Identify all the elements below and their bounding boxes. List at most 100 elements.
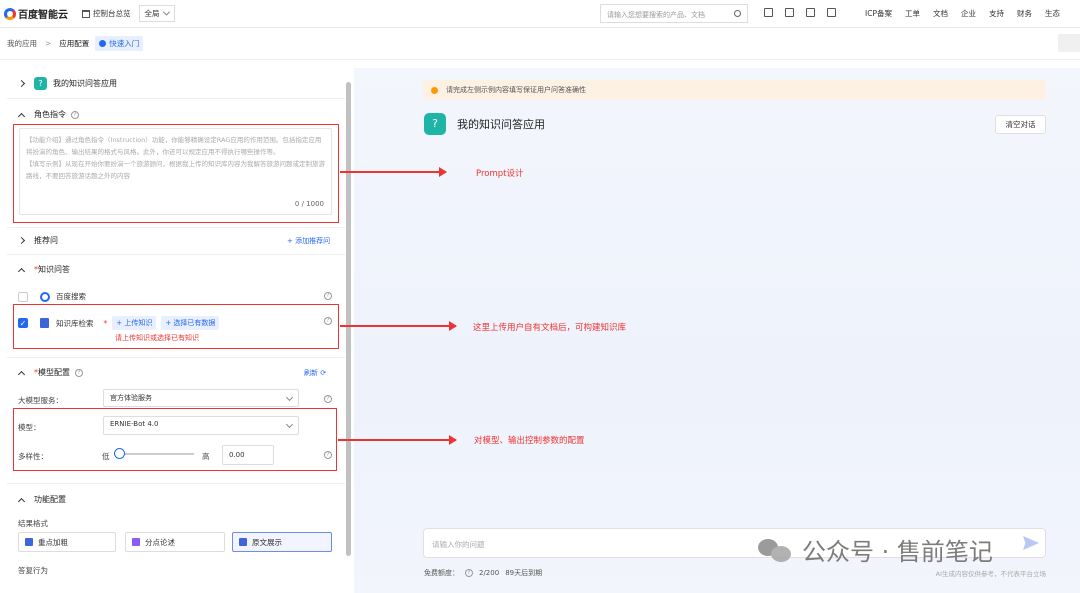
- arrow-head-icon: [449, 435, 457, 445]
- chevron-up-icon: [17, 267, 26, 275]
- app-icon: ?: [424, 113, 446, 135]
- top-link-icp[interactable]: ICP备案: [865, 8, 892, 19]
- annotation-arrow: [340, 321, 457, 331]
- role-section-title: 角色指令: [34, 110, 66, 119]
- quota-info: 免费额度： ? 2/200 89天后到期: [424, 568, 548, 578]
- message-icon[interactable]: [785, 8, 794, 17]
- app-section-header[interactable]: ? 我的知识问答应用: [7, 77, 117, 90]
- scrollbar-thumb[interactable]: [346, 82, 351, 556]
- format-original-option[interactable]: 原文展示: [232, 532, 332, 552]
- baidu-search-label: 百度搜索: [56, 292, 86, 301]
- refresh-link[interactable]: 刷新 ⟳: [304, 368, 326, 378]
- help-icon[interactable]: ?: [75, 368, 83, 377]
- chat-header: ? 我的知识问答应用: [424, 113, 545, 135]
- global-search-input[interactable]: 请输入您想要搜索的产品、文档: [600, 4, 748, 23]
- annotation-box-kb: [13, 304, 339, 349]
- chat-input-placeholder: 请输入你的问题: [432, 540, 485, 549]
- app-icon: ?: [34, 77, 47, 90]
- annotation-box-prompt: [13, 124, 339, 223]
- baidu-search-checkbox[interactable]: [18, 291, 28, 302]
- document-icon[interactable]: [827, 8, 836, 17]
- top-link-support[interactable]: 支持: [989, 8, 1004, 19]
- model-service-select[interactable]: 官方体验服务: [103, 389, 299, 407]
- role-section-header[interactable]: 角色指令 ?: [7, 109, 79, 120]
- refresh-icon: ⟳: [320, 369, 327, 377]
- divider: [7, 98, 345, 99]
- chat-title: 我的知识问答应用: [457, 118, 545, 131]
- annotation-prompt: Prompt设计: [476, 169, 524, 179]
- quota-value: 2/200: [479, 569, 500, 577]
- cart-icon[interactable]: [806, 8, 815, 17]
- features-section-header[interactable]: 功能配置: [7, 494, 66, 505]
- format-bold-label: 重点加粗: [38, 537, 68, 547]
- chevron-right-icon: [17, 236, 26, 245]
- chat-preview: 请完成左侧示例内容填写保证用户问答准确性 ? 我的知识问答应用 清空对话 请输入…: [354, 68, 1080, 593]
- format-bold-option[interactable]: 重点加粗: [18, 532, 116, 552]
- notice-text: 请完成左侧示例内容填写保证用户问答准确性: [446, 86, 586, 94]
- model-section-header[interactable]: * 模型配置 ?: [7, 367, 83, 378]
- arrow-head-icon: [439, 167, 447, 177]
- console-overview-link[interactable]: 控制台总览: [82, 8, 131, 19]
- play-icon: [99, 40, 107, 47]
- region-label: 全局: [144, 9, 160, 18]
- model-title: 模型配置: [38, 368, 70, 377]
- format-points-option[interactable]: 分点论述: [125, 532, 225, 552]
- knowledge-section-header[interactable]: * 知识问答: [7, 264, 70, 275]
- top-link-docs[interactable]: 文档: [933, 8, 948, 19]
- console-label: 控制台总览: [93, 9, 131, 18]
- help-icon[interactable]: ?: [465, 569, 473, 577]
- ai-disclaimer: AI生成内容仅供参考，不代表平台立场: [935, 570, 1046, 578]
- top-link-ticket[interactable]: 工单: [905, 8, 920, 19]
- help-icon[interactable]: ?: [71, 110, 79, 119]
- text-icon: [239, 538, 247, 546]
- chevron-up-icon: [17, 370, 26, 378]
- format-points-label: 分点论述: [145, 537, 175, 547]
- home-icon: [82, 9, 90, 18]
- chevron-down-icon: [162, 8, 170, 16]
- add-recommend-link[interactable]: + 添加推荐问: [287, 236, 330, 246]
- help-icon[interactable]: ?: [324, 292, 332, 300]
- top-link-enterprise[interactable]: 企业: [961, 8, 976, 19]
- breadcrumb-app-config: 应用配置: [59, 39, 90, 48]
- search-icon[interactable]: [734, 10, 741, 17]
- annotation-arrow: [338, 435, 457, 445]
- quota-label: 免费额度：: [424, 569, 459, 577]
- annotation-kb: 这里上传用户自有文档后，可构建知识库: [473, 323, 627, 333]
- warning-icon: [431, 86, 438, 94]
- bold-icon: [25, 538, 33, 546]
- cloud-logo-icon: [4, 7, 16, 20]
- collapse-button[interactable]: [1058, 34, 1080, 52]
- baidu-cloud-logo[interactable]: 百度智能云: [4, 6, 68, 21]
- list-icon: [132, 538, 140, 546]
- clear-chat-button[interactable]: 清空对话: [995, 115, 1046, 134]
- top-link-finance[interactable]: 财务: [1017, 8, 1032, 19]
- annotation-arrow: [340, 167, 447, 177]
- divider: [7, 227, 345, 228]
- chevron-up-icon: [17, 112, 26, 120]
- region-select[interactable]: 全局: [138, 5, 175, 22]
- breadcrumb-my-apps[interactable]: 我的应用: [7, 38, 37, 49]
- logo-text: 百度智能云: [18, 10, 68, 21]
- annotation-model: 对模型、输出控制参数的配置: [474, 436, 585, 446]
- annotation-box-model: [13, 408, 337, 471]
- watermark: 公众号 · 售前笔记: [758, 532, 993, 567]
- baidu-search-row: 百度搜索: [7, 291, 86, 302]
- recommend-title: 推荐问: [34, 236, 58, 245]
- watermark-text: 公众号 · 售前笔记: [802, 538, 993, 566]
- knowledge-title: 知识问答: [38, 265, 70, 274]
- arrow-head-icon: [449, 321, 457, 331]
- service-label: 大模型服务：: [18, 396, 63, 405]
- config-panel: ? 我的知识问答应用 角色指令 ? 【功能介绍】通过角色指令（Instructi…: [7, 67, 345, 590]
- top-link-ecosystem[interactable]: 生态: [1045, 8, 1060, 19]
- baidu-paw-icon: [40, 291, 50, 302]
- grid-icon[interactable]: [764, 8, 773, 17]
- features-title: 功能配置: [34, 495, 66, 504]
- breadcrumb-separator-icon: >: [45, 39, 52, 48]
- send-icon[interactable]: [1023, 536, 1039, 550]
- chevron-down-icon: [285, 393, 294, 402]
- recommend-section-header[interactable]: 推荐问: [7, 235, 58, 246]
- help-icon[interactable]: ?: [324, 395, 332, 403]
- quickstart-button[interactable]: 快速入门: [95, 36, 144, 51]
- divider: [7, 357, 345, 358]
- breadcrumb: 我的应用 > 应用配置 快速入门: [0, 28, 1080, 60]
